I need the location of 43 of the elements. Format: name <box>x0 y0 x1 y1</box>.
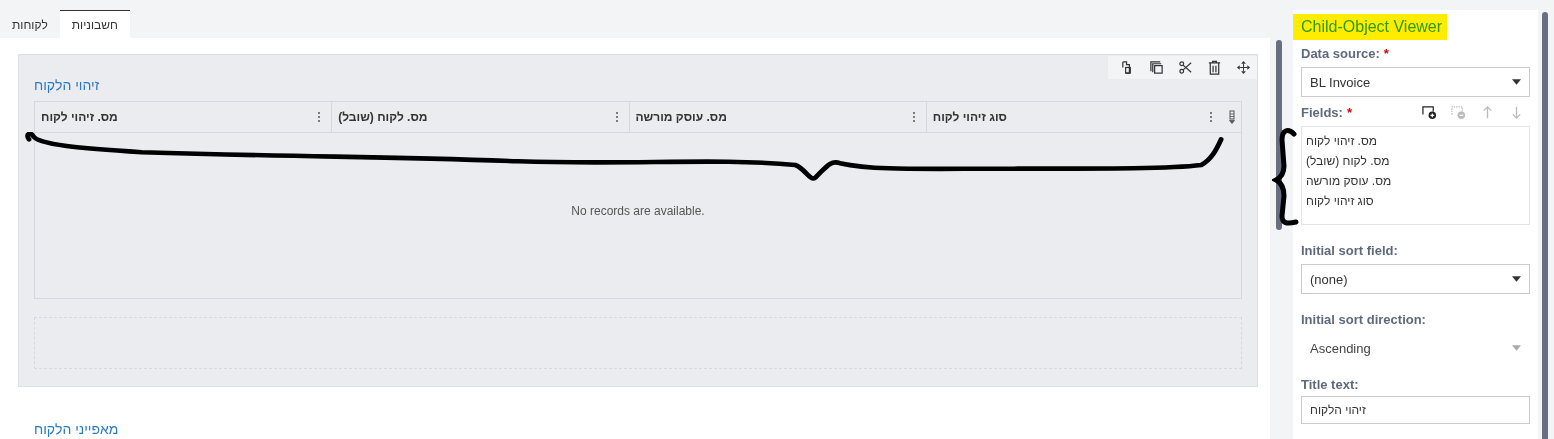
field-list-item[interactable]: סוג זיהוי לקוח <box>1306 191 1374 211</box>
field-label: Initial sort field: <box>1301 243 1398 258</box>
column-header[interactable]: מס. עוסק מורשה <box>628 102 926 132</box>
column-title: מס. עוסק מורשה <box>635 110 727 124</box>
field-label: Title text: <box>1301 377 1359 392</box>
required-mark: * <box>1383 46 1389 61</box>
column-title: מס. לקוח (שובל) <box>338 110 428 124</box>
column-header[interactable]: מס. לקוח (שובל) <box>331 102 629 132</box>
sort-field-dropdown[interactable]: (none) <box>1301 264 1530 294</box>
column-title: מס. זיהוי לקוח <box>41 110 118 124</box>
title-text-input[interactable]: זיהוי הלקוח <box>1301 396 1530 424</box>
tab[interactable]: חשבוניות <box>59 10 130 38</box>
section-title: מאפייני הלקוח <box>34 421 120 439</box>
column-menu-icon[interactable] <box>1209 111 1213 123</box>
required-mark: * <box>1346 105 1352 120</box>
field-label: Initial sort direction: <box>1301 312 1426 327</box>
empty-message: No records are available. <box>571 204 705 218</box>
field-list-item[interactable]: מס. זיהוי לקוח <box>1306 131 1378 151</box>
tab[interactable]: לקוחות <box>0 10 60 38</box>
scissors-icon[interactable] <box>1178 60 1193 75</box>
caret-icon <box>1512 79 1521 85</box>
scrollbar[interactable] <box>1542 12 1548 439</box>
section-title: זיהוי הלקוח <box>34 77 101 95</box>
field-list-item[interactable]: מס. עוסק מורשה <box>1306 171 1392 191</box>
caret-icon <box>1512 345 1521 351</box>
data-source-dropdown[interactable]: BL Invoice <box>1301 67 1530 97</box>
field-label: Data source: <box>1301 46 1380 61</box>
column-menu-icon[interactable] <box>911 111 916 123</box>
field-label: Fields: <box>1301 105 1343 120</box>
column-chooser-icon[interactable] <box>1229 110 1235 124</box>
scrollbar[interactable] <box>1276 40 1282 230</box>
column-menu-icon[interactable] <box>317 111 322 123</box>
caret-icon <box>1512 276 1521 282</box>
panel-title: Child-Object Viewer <box>1293 14 1448 40</box>
add-field-icon[interactable] <box>1422 105 1437 120</box>
duplicate-icon[interactable] <box>1149 60 1164 75</box>
move-icon[interactable] <box>1236 60 1251 75</box>
column-header[interactable]: מס. זיהוי לקוח <box>35 102 332 132</box>
trash-icon[interactable] <box>1207 60 1222 75</box>
column-menu-icon[interactable] <box>614 111 619 123</box>
field-list-item[interactable]: מס. לקוח (שובל) <box>1306 151 1390 171</box>
column-title: סוג זיהוי לקוח <box>932 110 1007 124</box>
column-header[interactable]: סוג זיהוי לקוח <box>925 102 1223 132</box>
